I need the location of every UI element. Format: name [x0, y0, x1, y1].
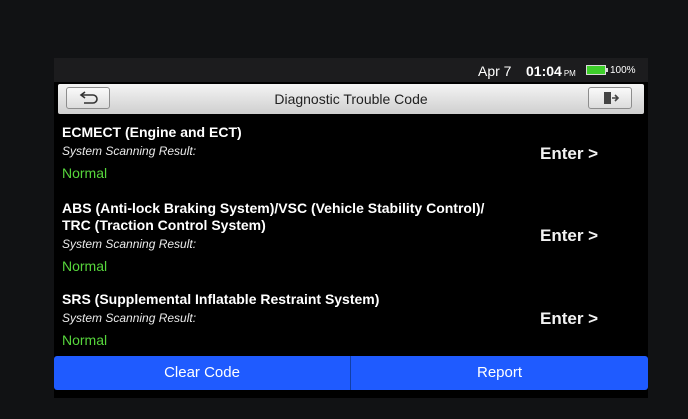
device-screen: Apr 7 01:04 PM 100% Diagnostic Trouble Co… — [54, 58, 648, 398]
battery-tip — [606, 68, 608, 72]
system-entry-srs: SRS (Supplemental Inflatable Restraint S… — [62, 291, 602, 349]
status-time: 01:04 PM — [526, 63, 576, 79]
scan-result-value: Normal — [62, 165, 108, 181]
enter-button-ecmect[interactable]: Enter > — [540, 144, 598, 164]
system-name: ABS (Anti-lock Braking System)/VSC (Vehi… — [62, 200, 485, 233]
system-name: SRS (Supplemental Inflatable Restraint S… — [62, 291, 380, 307]
device-bezel: Apr 7 01:04 PM 100% Diagnostic Trouble Co… — [0, 0, 688, 419]
scan-result-value: Normal — [62, 258, 108, 274]
system-name: ECMECT (Engine and ECT) — [62, 124, 242, 140]
scan-result-value: Normal — [62, 332, 108, 348]
status-ampm: PM — [563, 69, 576, 78]
battery-percent: 100% — [610, 65, 636, 76]
system-entry-abs: ABS (Anti-lock Braking System)/VSC (Vehi… — [62, 200, 602, 275]
exit-button[interactable] — [588, 87, 632, 109]
enter-button-srs[interactable]: Enter > — [540, 309, 598, 329]
exit-door-icon — [604, 92, 620, 104]
battery-icon — [586, 65, 606, 75]
scan-result-label: System Scanning Result: — [62, 311, 197, 325]
title-bar: Diagnostic Trouble Code — [58, 84, 644, 114]
page-title: Diagnostic Trouble Code — [274, 91, 428, 107]
status-time-value: 01:04 — [526, 63, 562, 79]
system-entry-ecmect: ECMECT (Engine and ECT) System Scanning … — [62, 124, 602, 182]
status-date: Apr 7 — [478, 63, 512, 79]
bottom-action-bar: Clear Code Report — [54, 356, 648, 390]
status-bar: Apr 7 01:04 PM 100% — [54, 58, 648, 82]
clear-code-button[interactable]: Clear Code — [54, 356, 350, 390]
scan-result-label: System Scanning Result: — [62, 144, 197, 158]
report-button[interactable]: Report — [351, 356, 648, 390]
scan-result-label: System Scanning Result: — [62, 237, 197, 251]
enter-button-abs[interactable]: Enter > — [540, 226, 598, 246]
